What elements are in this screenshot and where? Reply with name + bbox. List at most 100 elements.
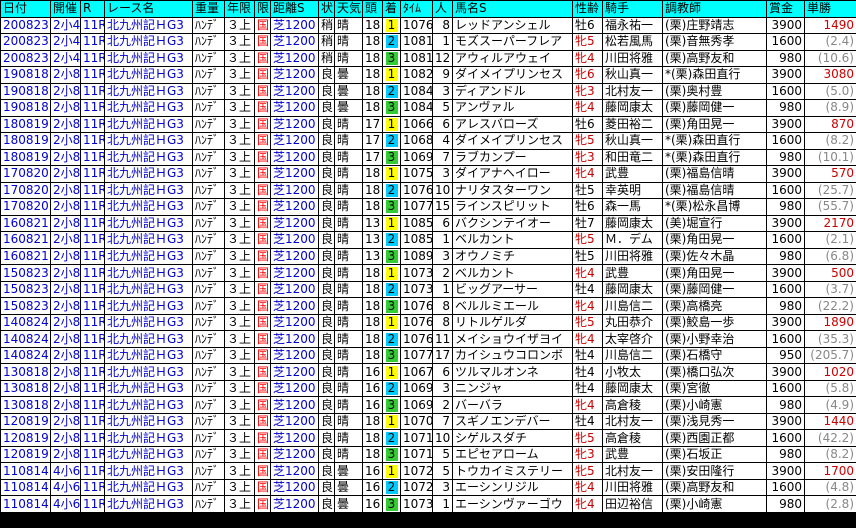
cell-time: 1077 [400, 198, 433, 216]
cell-weather: 晴 [334, 330, 363, 348]
cell-race-name: 北九州記ＨG3 [104, 181, 193, 200]
cell-restriction: 国 [254, 396, 271, 414]
table-row: 160821 2小8 11R 北九州記ＨG3 ﾊﾝﾃﾞ ３上国芝1200 良晴 13 1 1085… [0, 214, 856, 233]
cell-jockey: 丸田恭介 [602, 313, 663, 332]
col-header-age-limit: 年限 [224, 0, 255, 18]
cell-kaisai: 2小8 [50, 346, 81, 365]
cell-going: 稍 [318, 16, 335, 35]
cell-popularity: 2 [432, 264, 453, 282]
cell-sex-age: 牡4 [572, 363, 603, 381]
cell-popularity: 3 [432, 247, 453, 266]
table-row: 120819 2小8 11R 北九州記ＨG3 ﾊﾝﾃﾞ ３上国芝1200 良晴 18 2 1071… [0, 429, 856, 447]
cell-restriction: 国 [254, 148, 271, 167]
cell-popularity: 1 [432, 231, 453, 249]
cell-race-no: 11R [80, 297, 105, 315]
cell-going: 稍 [318, 33, 335, 51]
cell-prize: 980 [766, 396, 805, 414]
cell-trainer: (栗)宮徹 [662, 379, 767, 398]
cell-horse-name: ビッグアーサー [452, 280, 573, 299]
cell-win-odds: (205.7) [804, 346, 856, 365]
table-row: 150823 2小8 11R 北九州記ＨG3 ﾊﾝﾃﾞ ３上国芝1200 良晴 18 1 1073… [0, 264, 856, 282]
cell-race-no: 11R [80, 82, 105, 101]
cell-win-odds: 570 [804, 165, 856, 183]
cell-race-name: 北九州記ＨG3 [104, 33, 193, 51]
cell-time: 1084 [400, 99, 433, 117]
col-header-popularity: 人 [432, 0, 453, 18]
cell-distance: 芝1200 [270, 214, 319, 233]
cell-race-no: 11R [80, 412, 105, 431]
cell-weather: 晴 [334, 16, 363, 35]
cell-finish: 1 [382, 462, 401, 480]
cell-finish: 1 [382, 165, 401, 183]
table-row: 170820 2小8 11R 北九州記ＨG3 ﾊﾝﾃﾞ ３上国芝1200 良晴 18 2 1076… [0, 181, 856, 200]
table-row: 140824 2小8 11R 北九州記ＨG3 ﾊﾝﾃﾞ ３上国芝1200 良晴 18 3 1077… [0, 346, 856, 365]
cell-runners: 13 [362, 214, 383, 233]
cell-date: 180819 [0, 148, 51, 167]
finish-badge: 1 [385, 18, 398, 32]
cell-distance: 芝1200 [270, 264, 319, 282]
cell-finish: 3 [382, 297, 401, 315]
cell-win-odds: (4.8) [804, 478, 856, 497]
cell-horse-name: バクシンテイオー [452, 214, 573, 233]
cell-horse-name: ニンジャ [452, 379, 573, 398]
finish-badge: 2 [385, 35, 398, 49]
cell-sex-age: 牡6 [572, 115, 603, 134]
cell-horse-name: アンヴァル [452, 99, 573, 117]
cell-trainer: (栗)浅見秀一 [662, 412, 767, 431]
cell-weight: ﾊﾝﾃﾞ [192, 33, 225, 51]
cell-win-odds: 1440 [804, 412, 856, 431]
cell-popularity: 3 [432, 478, 453, 497]
cell-runners: 13 [362, 247, 383, 266]
cell-finish: 1 [382, 363, 401, 381]
cell-runners: 18 [362, 297, 383, 315]
cell-going: 良 [318, 264, 335, 282]
cell-kaisai: 2小8 [50, 115, 81, 134]
cell-weight: ﾊﾝﾃﾞ [192, 99, 225, 117]
cell-sex-age: 牡4 [572, 412, 603, 431]
cell-sex-age: 牝3 [572, 445, 603, 464]
cell-time: 1073 [400, 495, 433, 513]
cell-win-odds: 3080 [804, 66, 856, 84]
cell-race-no: 11R [80, 462, 105, 480]
cell-weight: ﾊﾝﾃﾞ [192, 445, 225, 464]
cell-weight: ﾊﾝﾃﾞ [192, 66, 225, 84]
finish-badge: 1 [385, 68, 398, 82]
cell-age-limit: ３上 [224, 33, 255, 51]
cell-finish: 2 [382, 429, 401, 447]
finish-badge: 2 [385, 431, 398, 445]
cell-sex-age: 牝5 [572, 33, 603, 51]
cell-weight: ﾊﾝﾃﾞ [192, 412, 225, 431]
cell-jockey: 川田将雅 [602, 478, 663, 497]
cell-restriction: 国 [254, 264, 271, 282]
cell-finish: 3 [382, 99, 401, 117]
cell-race-name: 北九州記ＨG3 [104, 16, 193, 35]
cell-weight: ﾊﾝﾃﾞ [192, 396, 225, 414]
cell-distance: 芝1200 [270, 462, 319, 480]
cell-prize: 1600 [766, 132, 805, 150]
cell-date: 140824 [0, 313, 51, 332]
cell-weather: 晴 [334, 165, 363, 183]
cell-date: 130818 [0, 379, 51, 398]
cell-win-odds: (42.2) [804, 429, 856, 447]
cell-going: 良 [318, 297, 335, 315]
col-header-finish: 着 [382, 0, 401, 18]
cell-distance: 芝1200 [270, 99, 319, 117]
cell-trainer: (栗)橋口弘次 [662, 363, 767, 381]
cell-horse-name: ダイメイプリンセス [452, 132, 573, 150]
cell-win-odds: 500 [804, 264, 856, 282]
cell-kaisai: 2小8 [50, 396, 81, 414]
cell-win-odds: (8.2) [804, 132, 856, 150]
cell-horse-name: トウカイミステリー [452, 462, 573, 480]
cell-kaisai: 2小8 [50, 379, 81, 398]
cell-win-odds: (35.3) [804, 330, 856, 348]
cell-popularity: 5 [432, 445, 453, 464]
cell-weather: 晴 [334, 412, 363, 431]
cell-race-no: 11R [80, 231, 105, 249]
cell-age-limit: ３上 [224, 478, 255, 497]
cell-time: 1076 [400, 181, 433, 200]
cell-finish: 2 [382, 379, 401, 398]
cell-age-limit: ３上 [224, 115, 255, 134]
table-row: 130818 2小8 11R 北九州記ＨG3 ﾊﾝﾃﾞ ３上国芝1200 良晴 16 2 1069… [0, 379, 856, 398]
cell-weight: ﾊﾝﾃﾞ [192, 330, 225, 348]
cell-jockey: 和田竜二 [602, 148, 663, 167]
